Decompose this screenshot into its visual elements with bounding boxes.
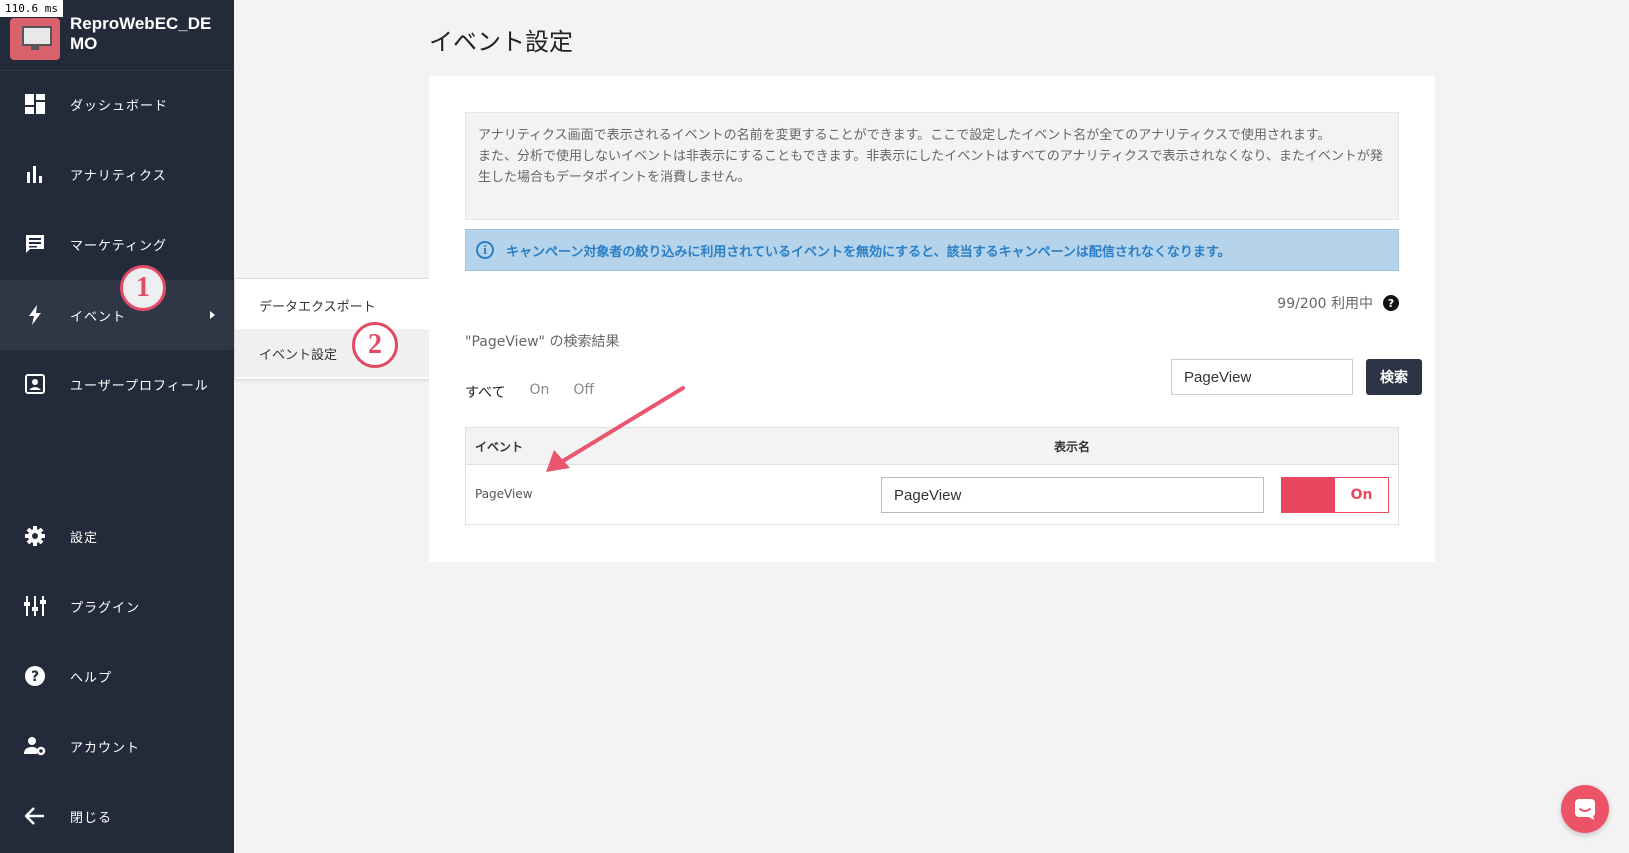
question-icon[interactable]: ? — [1383, 295, 1399, 311]
sidebar-item-label: アカウント — [70, 740, 141, 756]
submenu-item-event-settings[interactable]: イベント設定 — [235, 329, 451, 377]
timing-badge: 110.6 ms — [0, 0, 63, 17]
submenu-item-data-export[interactable]: データエクスポート — [235, 281, 451, 329]
sidebar-item-label: 設定 — [70, 530, 99, 546]
filter-all[interactable]: すべて — [465, 382, 505, 402]
search-results-label: "PageView" の検索結果 — [465, 334, 620, 350]
sidebar-item-user-profile[interactable]: ユーザープロフィール — [0, 350, 234, 418]
sidebar-item-dashboard[interactable]: ダッシュボード — [0, 70, 234, 138]
info-banner: i キャンペーン対象者の絞り込みに利用されているイベントを無効にすると、該当する… — [465, 229, 1399, 271]
sidebar-item-label: プラグイン — [70, 600, 141, 616]
sidebar: 110.6 ms ReproWebEC_DEMO ダッシュボード アナリティクス… — [0, 0, 234, 853]
annotation-arrow — [546, 386, 685, 472]
sidebar-item-label: ダッシュボード — [70, 98, 169, 114]
column-header-event: イベント — [475, 440, 524, 454]
usage-text: 99/200 利用中 — [1277, 296, 1373, 312]
display-name-input[interactable] — [881, 477, 1264, 513]
info-text: キャンペーン対象者の絞り込みに利用されているイベントを無効にすると、該当するキャ… — [506, 244, 1231, 260]
toggle-label: On — [1350, 487, 1373, 503]
app-logo-icon — [10, 18, 60, 60]
column-header-display-name: 表示名 — [1054, 440, 1091, 454]
plugin-icon — [22, 593, 48, 619]
submenu-item-label: データエクスポート — [259, 299, 376, 315]
description-box: アナリティクス画面で表示されるイベントの名前を変更することができます。ここで設定… — [465, 112, 1399, 220]
sidebar-item-marketing[interactable]: マーケティング — [0, 210, 234, 278]
usage-counter: 99/200 利用中 ? — [1277, 293, 1399, 313]
step-2-annotation: 2 — [352, 322, 398, 368]
sidebar-item-close[interactable]: 閉じる — [0, 782, 234, 850]
sidebar-item-account[interactable]: アカウント — [0, 712, 234, 780]
sidebar-item-label: 閉じる — [70, 810, 113, 826]
event-submenu: データエクスポート イベント設定 — [234, 278, 452, 380]
chat-icon — [1575, 799, 1595, 820]
sidebar-item-label: イベント — [70, 309, 127, 325]
bar-chart-icon — [22, 161, 48, 187]
arrow-left-icon — [22, 803, 48, 829]
app-name: ReproWebEC_DEMO — [70, 14, 212, 53]
help-icon: ? — [22, 663, 48, 689]
description-line-2: また、分析で使用しないイベントは非表示にすることもできます。非表示にしたイベント… — [478, 149, 1383, 185]
step-1-annotation: 1 — [120, 265, 166, 311]
description-line-1: アナリティクス画面で表示されるイベントの名前を変更することができます。ここで設定… — [478, 128, 1331, 143]
event-name-cell: PageView — [475, 487, 533, 501]
sidebar-item-settings[interactable]: 設定 — [0, 502, 234, 570]
lightning-icon — [22, 302, 48, 328]
sidebar-item-plugin[interactable]: プラグイン — [0, 572, 234, 640]
sidebar-item-help[interactable]: ? ヘルプ — [0, 642, 234, 710]
account-icon — [22, 733, 48, 759]
search-button[interactable]: 検索 — [1366, 359, 1422, 395]
sidebar-item-label: マーケティング — [70, 238, 167, 254]
sidebar-item-label: ヘルプ — [70, 670, 113, 686]
svg-text:?: ? — [31, 669, 39, 685]
sidebar-item-event[interactable]: イベント — [0, 280, 234, 350]
page-title: イベント設定 — [429, 28, 573, 56]
sidebar-item-label: アナリティクス — [70, 168, 167, 184]
profile-icon — [22, 371, 48, 397]
gear-icon — [22, 523, 48, 549]
chevron-right-icon — [210, 311, 215, 319]
submenu-item-label: イベント設定 — [259, 347, 338, 363]
toggle-fill — [1282, 478, 1335, 512]
search-input[interactable] — [1171, 359, 1353, 395]
sidebar-item-analytics[interactable]: アナリティクス — [0, 140, 234, 208]
message-icon — [22, 231, 48, 257]
info-icon: i — [476, 241, 494, 259]
sidebar-item-label: ユーザープロフィール — [70, 378, 209, 394]
dashboard-icon — [22, 91, 48, 117]
chat-launcher-button[interactable] — [1561, 785, 1609, 833]
event-toggle[interactable]: On — [1281, 477, 1389, 513]
